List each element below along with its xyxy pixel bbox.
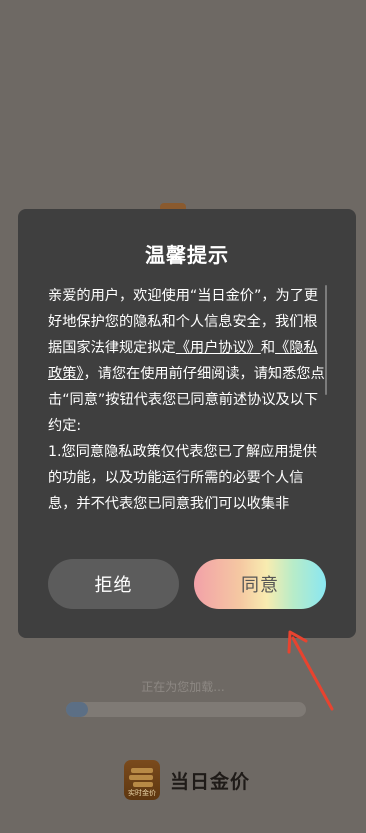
red-arrow-icon (287, 630, 334, 711)
screen: 正在为您加载... 实时金价 当日金价 温馨提示 亲爱的用户，欢迎使用“当日金价… (0, 0, 366, 833)
